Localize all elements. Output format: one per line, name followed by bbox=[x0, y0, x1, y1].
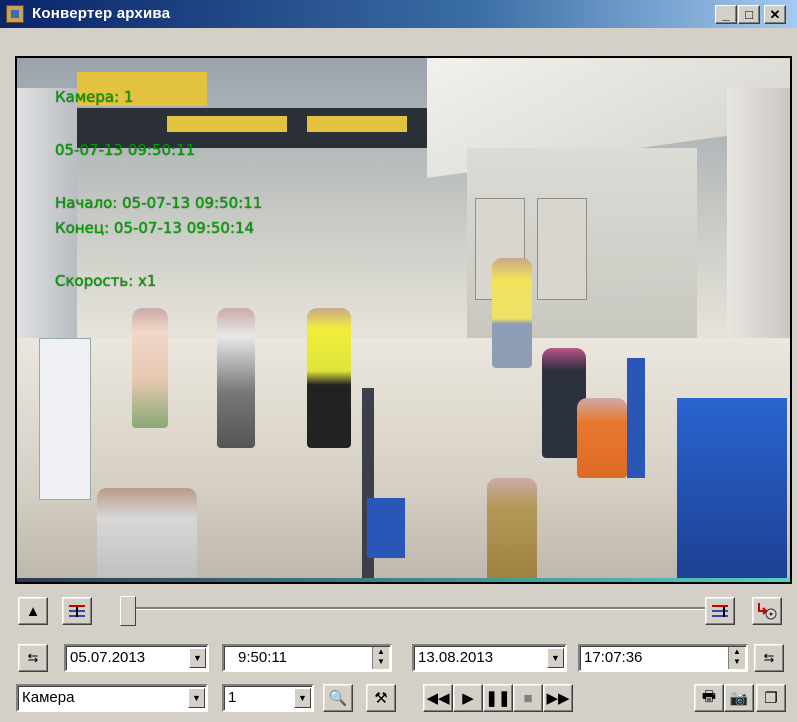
collapse-button[interactable]: ▲ bbox=[18, 597, 48, 625]
end-time-field[interactable]: 17:07:36 ▲ ▼ bbox=[578, 644, 748, 672]
overlay-speed: Скорость: x1 bbox=[55, 272, 157, 290]
start-time-value: 9:50:11 bbox=[238, 649, 287, 666]
chevron-down-icon[interactable]: ▼ bbox=[188, 688, 205, 708]
play-icon: ▶ bbox=[462, 690, 474, 707]
mark-end-button[interactable] bbox=[705, 597, 735, 625]
chevron-down-icon[interactable]: ▼ bbox=[547, 648, 564, 668]
bin-graphic bbox=[367, 498, 405, 558]
copy-icon: ❐ bbox=[764, 690, 778, 707]
video-view[interactable]: Камера: 1 05-07-13 09:50:11 Начало: 05-0… bbox=[15, 56, 792, 584]
minimize-button[interactable]: _ bbox=[715, 5, 737, 24]
close-button[interactable]: ✕ bbox=[764, 5, 786, 24]
end-date-value: 13.08.2013 bbox=[418, 649, 494, 666]
bottom-strip-graphic bbox=[17, 578, 790, 582]
pause-button[interactable]: ❚❚ bbox=[483, 684, 513, 712]
start-time-field[interactable]: 9:50:11 ▲ ▼ bbox=[222, 644, 392, 672]
fast-forward-button[interactable]: ▶▶ bbox=[543, 684, 573, 712]
timeline-track[interactable] bbox=[120, 607, 705, 610]
maximize-button[interactable]: □ bbox=[738, 5, 760, 24]
up-arrow-icon: ▲ bbox=[25, 602, 41, 620]
snapshot-button[interactable]: 📷 bbox=[724, 684, 754, 712]
start-date-field[interactable]: 05.07.2013 ▼ bbox=[64, 644, 209, 672]
person-graphic bbox=[577, 398, 627, 478]
end-time-value: 17:07:36 bbox=[584, 649, 643, 666]
signboard-graphic bbox=[167, 116, 287, 132]
export-right-button[interactable]: ⇆ bbox=[754, 644, 784, 672]
door-graphic bbox=[537, 198, 587, 300]
rewind-icon: ◀◀ bbox=[426, 690, 450, 707]
tools-icon: ⚒ bbox=[374, 690, 388, 707]
source-select-value: Камера bbox=[22, 689, 75, 706]
search-icon: 🔍 bbox=[328, 690, 348, 707]
export-button[interactable] bbox=[752, 597, 782, 625]
export-icon: ⇆ bbox=[763, 650, 775, 665]
export-icon: ⇆ bbox=[27, 650, 39, 665]
chevron-down-icon[interactable]: ▼ bbox=[294, 688, 311, 708]
person-graphic bbox=[97, 488, 197, 582]
person-graphic bbox=[217, 308, 255, 448]
app-icon bbox=[6, 5, 24, 23]
overlay-end: Конец: 05-07-13 09:50:14 bbox=[55, 219, 255, 237]
mark-start-icon bbox=[69, 605, 85, 617]
fast-forward-icon: ▶▶ bbox=[546, 690, 570, 707]
end-date-field[interactable]: 13.08.2013 ▼ bbox=[412, 644, 567, 672]
title-bar: Конвертер архива _ □ ✕ bbox=[0, 0, 797, 28]
overlay-timestamp: 05-07-13 09:50:11 bbox=[55, 141, 196, 159]
overlay-start: Начало: 05-07-13 09:50:11 bbox=[55, 194, 263, 212]
window-title: Конвертер архива bbox=[32, 5, 171, 22]
play-button[interactable]: ▶ bbox=[453, 684, 483, 712]
stop-button[interactable]: ■ bbox=[513, 684, 543, 712]
stop-icon: ■ bbox=[523, 689, 533, 707]
overlay-camera: Камера: 1 bbox=[55, 88, 134, 106]
camera-number-value: 1 bbox=[228, 689, 237, 706]
signboard-graphic bbox=[307, 116, 407, 132]
print-button[interactable]: 🖶 bbox=[694, 684, 724, 712]
mark-start-button[interactable] bbox=[62, 597, 92, 625]
rewind-button[interactable]: ◀◀ bbox=[423, 684, 453, 712]
camera-number-select[interactable]: 1 ▼ bbox=[222, 684, 314, 712]
spinner-icon[interactable]: ▲ ▼ bbox=[728, 647, 745, 669]
copy-button[interactable]: ❐ bbox=[756, 684, 786, 712]
person-graphic bbox=[492, 258, 532, 368]
counter-graphic bbox=[677, 398, 787, 582]
person-graphic bbox=[487, 478, 537, 582]
person-graphic bbox=[307, 308, 351, 448]
source-select[interactable]: Камера ▼ bbox=[16, 684, 208, 712]
chevron-down-icon[interactable]: ▼ bbox=[189, 648, 206, 668]
pause-icon: ❚❚ bbox=[485, 690, 511, 707]
start-date-value: 05.07.2013 bbox=[70, 649, 146, 666]
printer-icon: 🖶 bbox=[701, 687, 717, 705]
timeline-slider-thumb[interactable] bbox=[120, 596, 136, 626]
mark-end-icon bbox=[712, 605, 728, 617]
settings-button[interactable]: ⚒ bbox=[366, 684, 396, 712]
spinner-icon[interactable]: ▲ ▼ bbox=[372, 647, 389, 669]
export-left-button[interactable]: ⇆ bbox=[18, 644, 48, 672]
post-graphic bbox=[627, 358, 645, 478]
export-icon bbox=[758, 603, 777, 620]
person-graphic bbox=[132, 308, 168, 428]
search-button[interactable]: 🔍 bbox=[323, 684, 353, 712]
kiosk-graphic bbox=[39, 338, 91, 500]
camera-icon: 📷 bbox=[729, 690, 749, 707]
